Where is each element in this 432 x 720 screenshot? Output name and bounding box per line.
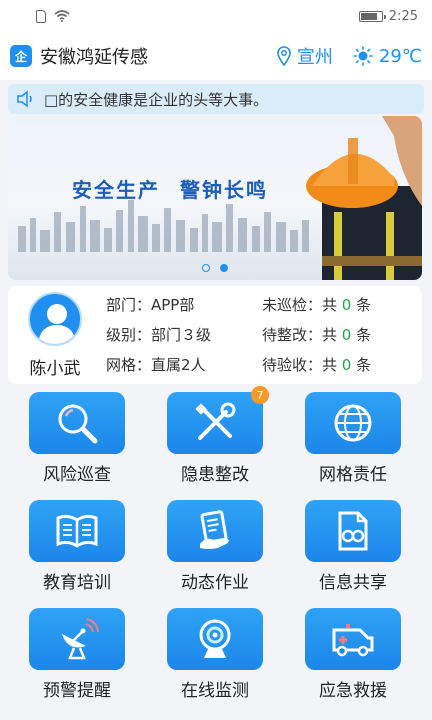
user-profile[interactable]: 陈小武 (20, 291, 90, 379)
weather-widget[interactable]: 29℃ (353, 46, 422, 67)
temperature: 29℃ (378, 45, 422, 67)
user-department: 部门：APP部 (106, 296, 195, 314)
module-hazard-rectification[interactable]: 7 隐患整改 (146, 386, 284, 490)
module-risk-inspection[interactable]: 风险巡查 (8, 392, 146, 490)
stat-unit: 条 (356, 356, 372, 374)
tile-icon-box[interactable] (305, 500, 401, 562)
banner-slogan-2: 警钟长鸣 (180, 178, 268, 202)
user-level: 级别：部门３级 (106, 326, 212, 344)
module-label: 隐患整改 (181, 465, 249, 485)
module-emergency-rescue[interactable]: 应急救援 (284, 608, 422, 706)
stat-unit: 条 (356, 296, 372, 314)
module-label: 教育培训 (43, 573, 111, 593)
module-label: 动态作业 (181, 573, 249, 593)
module-info-sharing[interactable]: 信息共享 (284, 500, 422, 598)
tile-icon-box[interactable] (167, 608, 263, 670)
module-label: 信息共享 (319, 573, 387, 593)
banner-slogan: 安全生产 警钟长鸣 (72, 174, 268, 203)
task-stats: 未巡检：共 0 条 待整改：共 0 条 待验收：共 0 条 (262, 293, 410, 377)
magnifier-icon (58, 404, 98, 444)
notification-badge: 7 (251, 386, 269, 404)
user-info-card: 陈小武 部门：APP部 级别：部门３级 网格：直属2人 未巡检：共 0 条 待整… (8, 286, 422, 384)
tile-icon-box[interactable]: 7 (167, 386, 269, 454)
sim-icon (36, 9, 46, 23)
module-education-training[interactable]: 教育培训 (8, 500, 146, 598)
worker-helmet-image (306, 116, 422, 280)
location-selector[interactable]: 宣州 (277, 43, 333, 69)
carousel-dot-1[interactable] (202, 264, 210, 272)
stat-count: 0 (341, 356, 352, 374)
user-grid: 网格：直属2人 (106, 356, 206, 374)
app-title: 安徽鸿延传感 (40, 47, 148, 68)
app-header: 企 安徽鸿延传感 宣州 29℃ (0, 32, 432, 80)
user-name: 陈小武 (29, 358, 81, 379)
stat-pending-rectify[interactable]: 待整改：共 0 条 (262, 323, 410, 347)
user-silhouette-icon (38, 303, 76, 344)
share-document-icon (338, 511, 368, 551)
stat-label: 待整改：共 (262, 326, 338, 344)
banner-slogan-1: 安全生产 (72, 178, 160, 202)
carousel-dot-2[interactable] (220, 264, 228, 272)
location-name: 宣州 (296, 47, 333, 68)
tile-icon-box[interactable] (305, 608, 401, 670)
stat-label: 未巡检：共 (262, 296, 338, 314)
tile-icon-box[interactable] (167, 500, 263, 562)
module-label: 风险巡查 (43, 465, 111, 485)
book-icon (56, 514, 98, 548)
carousel-dots (8, 264, 422, 272)
sun-icon (353, 46, 373, 66)
status-left (36, 9, 70, 23)
tools-icon (195, 402, 236, 440)
globe-icon (334, 404, 372, 442)
status-right: 2:25 (358, 8, 418, 24)
banner-carousel[interactable]: 安全生产 警钟长鸣 (8, 116, 422, 280)
status-bar: 2:25 (0, 0, 432, 32)
battery-icon (358, 10, 386, 22)
stat-pending-accept[interactable]: 待验收：共 0 条 (262, 353, 410, 377)
stat-count: 0 (341, 296, 352, 314)
module-label: 预警提醒 (43, 681, 111, 701)
module-label: 在线监测 (181, 681, 249, 701)
tile-icon-box[interactable] (29, 500, 125, 562)
company-logo-icon: 企 (10, 45, 32, 67)
module-label: 网格责任 (319, 465, 387, 485)
module-early-warning[interactable]: 预警提醒 (8, 608, 146, 706)
location-pin-icon (277, 46, 291, 66)
document-hand-icon (200, 510, 229, 549)
user-details: 部门：APP部 级别：部门３级 网格：直属2人 (106, 293, 262, 377)
stat-unit: 条 (356, 326, 372, 344)
module-grid-responsibility[interactable]: 网格责任 (284, 392, 422, 490)
module-grid: 风险巡查 7 隐患整改 网格责任 教育培训 动态作业 信息共享 预警提醒 在线监… (8, 386, 422, 706)
module-online-monitoring[interactable]: 在线监测 (146, 608, 284, 706)
stat-count: 0 (341, 326, 352, 344)
tile-icon-box[interactable] (29, 392, 125, 454)
camera-icon (199, 619, 231, 658)
status-time: 2:25 (388, 8, 418, 24)
stat-uninspected[interactable]: 未巡检：共 0 条 (262, 293, 410, 317)
stat-label: 待验收：共 (262, 356, 338, 374)
module-label: 应急救援 (319, 681, 387, 701)
ambulance-icon (332, 624, 374, 657)
speaker-icon (17, 90, 32, 108)
notice-bar[interactable]: □的安全健康是企业的头等大事。 (8, 84, 424, 114)
tile-icon-box[interactable] (29, 608, 125, 670)
satellite-dish-icon (62, 618, 99, 660)
module-dynamic-operation[interactable]: 动态作业 (146, 500, 284, 598)
tile-icon-box[interactable] (305, 392, 401, 454)
avatar[interactable] (28, 291, 82, 346)
wifi-icon (54, 10, 70, 22)
notice-text: □的安全健康是企业的头等大事。 (44, 90, 269, 109)
